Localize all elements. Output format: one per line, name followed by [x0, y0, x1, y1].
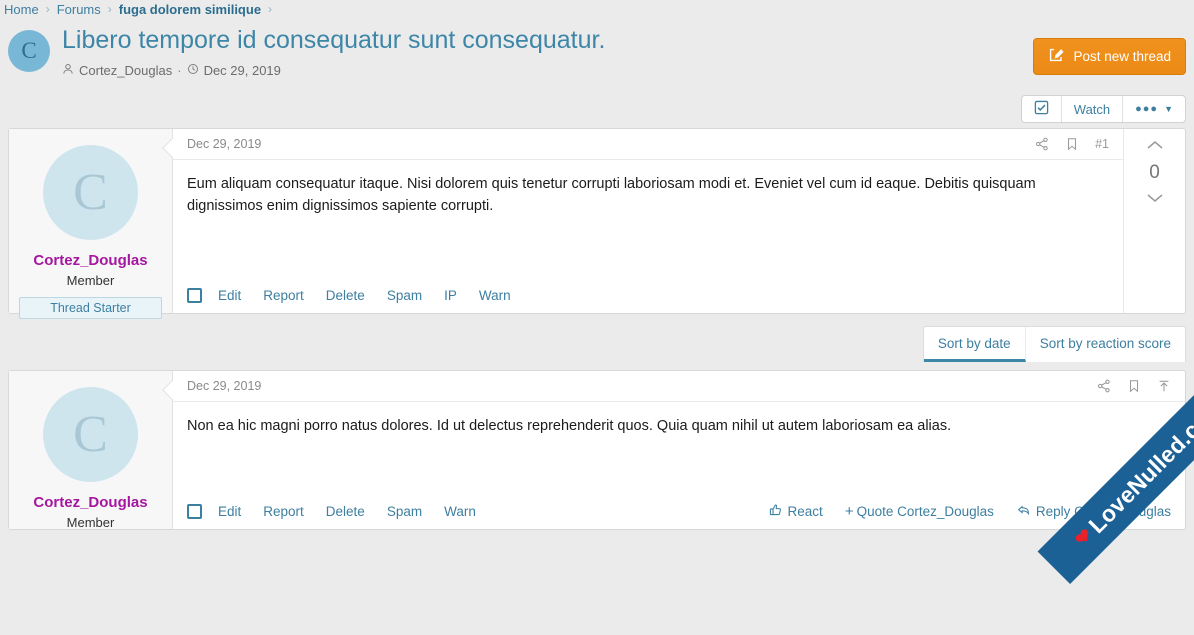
breadcrumb: Home › Forums › fuga dolorem similique ›: [0, 0, 1194, 18]
upvote-button[interactable]: [1145, 139, 1165, 155]
post-select-checkbox[interactable]: [187, 503, 202, 519]
vote-count: 0: [1149, 162, 1160, 183]
thread-author[interactable]: Cortez_Douglas: [62, 63, 172, 78]
thread-meta: Cortez_Douglas · Dec 29, 2019: [62, 63, 1184, 78]
post-user-column: C Cortez_Douglas Member: [9, 371, 173, 530]
post-body: Dec 29, 2019 #1 Eum aliquam consequatur …: [162, 129, 1123, 313]
edit-button[interactable]: Edit: [218, 288, 241, 303]
spam-button[interactable]: Spam: [387, 504, 422, 519]
quote-label: Quote Cortez_Douglas: [856, 503, 994, 519]
compose-icon: [1048, 47, 1065, 66]
post-author-name[interactable]: Cortez_Douglas: [19, 494, 162, 511]
post-card: C Cortez_Douglas Member Dec 29, 2019 Non…: [8, 370, 1186, 530]
bookmark-icon[interactable]: [1065, 137, 1079, 151]
thread-header-main: Libero tempore id consequatur sunt conse…: [62, 26, 1184, 78]
thread-toolbar-buttons: Watch ●●● ▼: [1020, 95, 1186, 123]
breadcrumb-separator-icon: ›: [107, 2, 112, 16]
avatar[interactable]: C: [43, 387, 138, 482]
post-user-column: C Cortez_Douglas Member Thread Starter: [9, 129, 173, 319]
spam-button[interactable]: Spam: [387, 288, 422, 303]
thread-author-name: Cortez_Douglas: [79, 62, 173, 78]
bookmark-icon[interactable]: [1127, 379, 1141, 393]
edit-button[interactable]: Edit: [218, 504, 241, 519]
post-date: Dec 29, 2019: [187, 379, 262, 393]
reply-label: Reply Cortez_Douglas: [1035, 503, 1171, 519]
post-author-name[interactable]: Cortez_Douglas: [19, 252, 162, 269]
warn-button[interactable]: Warn: [479, 288, 511, 303]
avatar[interactable]: C: [43, 145, 138, 240]
post-date: Dec 29, 2019: [187, 137, 262, 151]
sort-tabs-row: Sort by date Sort by reaction score: [0, 326, 1194, 362]
post-message-text: Non ea hic magni porro natus dolores. Id…: [187, 418, 952, 434]
plus-icon: +: [844, 502, 854, 520]
meta-separator: ·: [177, 62, 182, 78]
post-actions: Edit Report Delete Spam Warn React + Quo…: [173, 493, 1185, 529]
post-vote-column: 0: [1123, 129, 1185, 313]
jump-to-top-icon[interactable]: [1157, 379, 1171, 393]
clock-icon: [187, 63, 199, 78]
delete-button[interactable]: Delete: [326, 504, 365, 519]
post-new-thread-label: Post new thread: [1073, 49, 1171, 64]
breadcrumb-separator-icon: ›: [268, 2, 273, 16]
ip-button[interactable]: IP: [444, 288, 457, 303]
breadcrumb-separator-icon: ›: [45, 2, 50, 16]
post-new-thread-button[interactable]: Post new thread: [1033, 38, 1186, 75]
avatar[interactable]: C: [8, 30, 50, 72]
breadcrumb-item-forums[interactable]: Forums: [57, 2, 101, 17]
post-select-checkbox[interactable]: [187, 287, 202, 303]
share-icon[interactable]: [1097, 379, 1111, 393]
more-options-button[interactable]: ●●● ▼: [1123, 96, 1185, 122]
post-author-title: Member: [66, 515, 115, 530]
report-button[interactable]: Report: [263, 504, 304, 519]
share-icon[interactable]: [1035, 137, 1049, 151]
user-icon: [62, 63, 74, 78]
breadcrumb-item-home[interactable]: Home: [4, 2, 39, 17]
post-message-text: Eum aliquam consequatur itaque. Nisi dol…: [187, 176, 1036, 214]
chevron-down-icon: ▼: [1164, 104, 1173, 114]
checkbox-checked-icon: [1034, 100, 1049, 118]
quote-button[interactable]: + Quote Cortez_Douglas: [845, 504, 994, 519]
breadcrumb-item-forum[interactable]: fuga dolorem similique: [119, 2, 261, 17]
thread-date: Dec 29, 2019: [187, 63, 281, 78]
thread-header: C Libero tempore id consequatur sunt con…: [0, 18, 1194, 90]
report-button[interactable]: Report: [263, 288, 304, 303]
post-author-title: Member: [66, 273, 115, 288]
post-header: Dec 29, 2019 #1: [173, 129, 1123, 160]
post-header: Dec 29, 2019: [173, 371, 1185, 402]
watch-button[interactable]: Watch: [1062, 96, 1124, 122]
post-number[interactable]: #1: [1095, 137, 1109, 151]
downvote-button[interactable]: [1145, 191, 1165, 207]
thread-date-text: Dec 29, 2019: [203, 62, 281, 78]
watch-checkbox-button[interactable]: [1022, 96, 1062, 122]
tab-sort-by-date[interactable]: Sort by date: [923, 327, 1026, 362]
tab-sort-by-reaction-score[interactable]: Sort by reaction score: [1026, 327, 1185, 362]
ellipsis-icon: ●●●: [1135, 103, 1159, 115]
warn-button[interactable]: Warn: [444, 504, 476, 519]
post-card: C Cortez_Douglas Member Thread Starter D…: [8, 128, 1186, 319]
thread-starter-badge: Thread Starter: [19, 297, 162, 319]
post-actions: Edit Report Delete Spam IP Warn: [173, 277, 1123, 313]
thread-toolbar: Watch ●●● ▼: [0, 90, 1194, 128]
post-body: Dec 29, 2019 Non ea hic magni porro natu…: [162, 371, 1185, 529]
sort-tabs: Sort by date Sort by reaction score: [922, 326, 1186, 362]
react-label: React: [787, 503, 823, 519]
page-title: Libero tempore id consequatur sunt conse…: [62, 26, 606, 54]
delete-button[interactable]: Delete: [326, 288, 365, 303]
